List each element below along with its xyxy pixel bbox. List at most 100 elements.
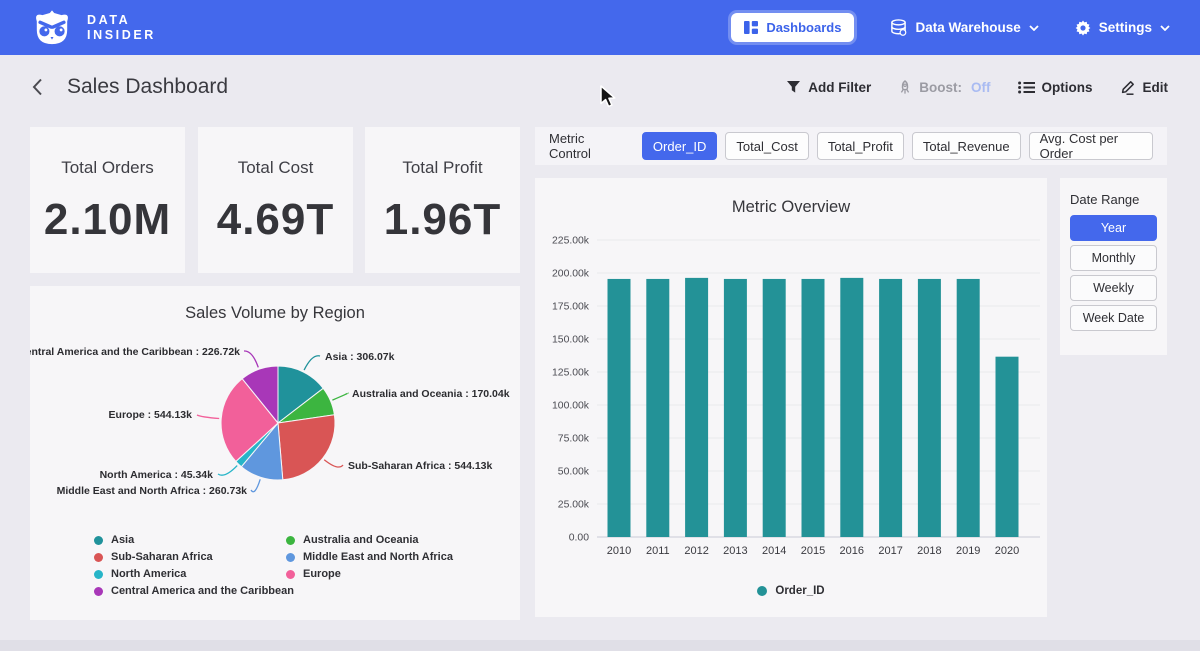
boost-value: Off — [971, 80, 991, 95]
add-filter-button[interactable]: Add Filter — [786, 80, 871, 95]
kpi-label: Total Orders — [61, 158, 154, 178]
kpi-value: 1.96T — [384, 195, 502, 245]
kpi-value: 2.10M — [44, 195, 171, 245]
settings-label: Settings — [1099, 20, 1152, 35]
kpi-card-total-orders: Total Orders 2.10M — [30, 127, 185, 273]
pie-label-sub-saharan-africa: Sub-Saharan Africa : 544.13k — [348, 460, 492, 472]
x-tick-2012: 2012 — [684, 545, 708, 557]
metric-control-label: Metric Control — [549, 131, 628, 161]
chevron-down-icon — [1029, 25, 1039, 31]
database-icon — [890, 19, 907, 36]
legend-item-australia-and-oceania[interactable]: Australia and Oceania — [286, 534, 453, 546]
date-range-button-year[interactable]: Year — [1070, 215, 1157, 241]
legend-dot-europe — [286, 570, 295, 579]
pie-label-central-america-and-the-caribbean: Central America and the Caribbean : 226.… — [30, 346, 240, 358]
bar-2018[interactable] — [918, 279, 941, 537]
date-range-panel: Date Range YearMonthlyWeeklyWeek Date — [1060, 178, 1167, 355]
metric-control-bar: Metric Control Order_ID Total_Cost Total_P… — [535, 127, 1167, 165]
data-warehouse-menu[interactable]: Data Warehouse — [890, 19, 1038, 36]
metric-chip-total-cost[interactable]: Total_Cost — [725, 132, 808, 160]
edit-button[interactable]: Edit — [1120, 79, 1169, 95]
date-range-button-monthly[interactable]: Monthly — [1070, 245, 1157, 271]
kpi-card-total-cost: Total Cost 4.69T — [198, 127, 353, 273]
bar-2019[interactable] — [957, 279, 980, 537]
sales-dashboard-app: DATA INSIDER Dashboards — [0, 0, 1200, 651]
owl-logo-icon — [30, 9, 74, 47]
legend-item-sub-saharan-africa[interactable]: Sub-Saharan Africa — [94, 551, 294, 563]
pie-chart: Asia : 306.07kAustralia and Oceania : 17… — [30, 325, 520, 553]
kpi-label: Total Profit — [402, 158, 482, 178]
metric-chip-group: Order_ID Total_Cost Total_Profit Total_Reve… — [642, 132, 1153, 160]
svg-text:0.00: 0.00 — [569, 533, 589, 544]
x-tick-2010: 2010 — [607, 545, 631, 557]
bar-chart-title: Metric Overview — [535, 178, 1047, 217]
legend-item-north-america[interactable]: North America — [94, 568, 294, 580]
x-tick-2017: 2017 — [878, 545, 902, 557]
bar-2015[interactable] — [802, 279, 825, 537]
legend-item-middle-east-and-north-africa[interactable]: Middle East and North Africa — [286, 551, 453, 563]
svg-text:125.00k: 125.00k — [552, 368, 590, 379]
legend-item-asia[interactable]: Asia — [94, 534, 294, 546]
bar-chart-legend[interactable]: Order_ID — [535, 585, 1047, 597]
bar-2012[interactable] — [685, 278, 708, 537]
dashboards-button[interactable]: Dashboards — [731, 13, 854, 42]
dashboards-label: Dashboards — [766, 20, 841, 35]
svg-text:75.00k: 75.00k — [558, 434, 590, 445]
sales-volume-chart-card: Sales Volume by Region Asia : 306.07k Aus… — [30, 286, 520, 620]
pie-label-middle-east-and-north-africa: Middle East and North Africa : 260.73k — [57, 485, 248, 497]
legend-label-order-id: Order_ID — [775, 585, 824, 597]
pie-slice-sub-saharan-africa[interactable] — [278, 415, 335, 480]
x-tick-2019: 2019 — [956, 545, 980, 557]
metric-chip-total-profit[interactable]: Total_Profit — [817, 132, 904, 160]
pie-label-asia: Asia : 306.07k — [325, 351, 395, 363]
date-range-button-group: Year Monthly Weekly Week Date — [1070, 215, 1157, 331]
metric-overview-chart-card: Metric Overview 0.0025.00k50.00k75.00k10… — [535, 178, 1047, 617]
legend-label-asia: Asia — [111, 534, 134, 546]
date-range-button-week-date[interactable]: Week Date — [1070, 305, 1157, 331]
bar-2010[interactable] — [608, 279, 631, 537]
edit-pencil-icon — [1120, 79, 1136, 95]
x-tick-2018: 2018 — [917, 545, 941, 557]
metric-chip-avg-cost-per-order[interactable]: Avg. Cost per Order — [1029, 132, 1153, 160]
x-tick-2011: 2011 — [646, 545, 670, 557]
pie-label-europe: Europe : 544.13k — [109, 409, 193, 421]
kpi-value: 4.69T — [217, 195, 335, 245]
metric-chip-total-revenue[interactable]: Total_Revenue — [912, 132, 1021, 160]
legend-dot-middle-east-and-north-africa — [286, 553, 295, 562]
kpi-label: Total Cost — [238, 158, 314, 178]
brand-logo[interactable]: DATA INSIDER — [30, 9, 156, 47]
bar-2013[interactable] — [724, 279, 747, 537]
svg-text:50.00k: 50.00k — [558, 467, 590, 478]
legend-item-central-america-and-the-caribbean[interactable]: Central America and the Caribbean — [94, 585, 294, 597]
legend-label-central-america-and-the-caribbean: Central America and the Caribbean — [111, 585, 294, 597]
bar-2020[interactable] — [996, 357, 1019, 537]
legend-label-europe: Europe — [303, 568, 341, 580]
pie-label-north-america: North America : 45.34k — [100, 469, 214, 481]
boost-toggle[interactable]: Boost: Off — [898, 80, 990, 95]
bar-2016[interactable] — [840, 278, 863, 537]
kpi-card-total-profit: Total Profit 1.96T — [365, 127, 520, 273]
settings-menu[interactable]: Settings — [1075, 20, 1170, 36]
bar-2017[interactable] — [879, 279, 902, 537]
options-button[interactable]: Options — [1018, 80, 1093, 95]
date-range-button-weekly[interactable]: Weekly — [1070, 275, 1157, 301]
legend-dot-central-america-and-the-caribbean — [94, 587, 103, 596]
x-tick-2015: 2015 — [801, 545, 825, 557]
back-button[interactable] — [32, 78, 43, 96]
bar-2011[interactable] — [646, 279, 669, 537]
svg-text:200.00k: 200.00k — [552, 269, 590, 280]
legend-label-middle-east-and-north-africa: Middle East and North Africa — [303, 551, 453, 563]
pie-chart-title: Sales Volume by Region — [30, 286, 520, 323]
dashboard-grid-icon — [744, 21, 758, 34]
svg-text:225.00k: 225.00k — [552, 236, 590, 247]
metric-chip-order-id[interactable]: Order_ID — [642, 132, 717, 160]
bar-2014[interactable] — [763, 279, 786, 537]
rocket-icon — [898, 80, 912, 95]
x-tick-2013: 2013 — [723, 545, 747, 557]
legend-item-europe[interactable]: Europe — [286, 568, 453, 580]
pie-legend-column-2: Australia and Oceania Middle East and Nor… — [286, 534, 453, 580]
x-tick-2020: 2020 — [995, 545, 1019, 557]
gear-icon — [1075, 20, 1091, 36]
chevron-down-icon — [1160, 25, 1170, 31]
back-chevron-icon — [32, 78, 43, 96]
